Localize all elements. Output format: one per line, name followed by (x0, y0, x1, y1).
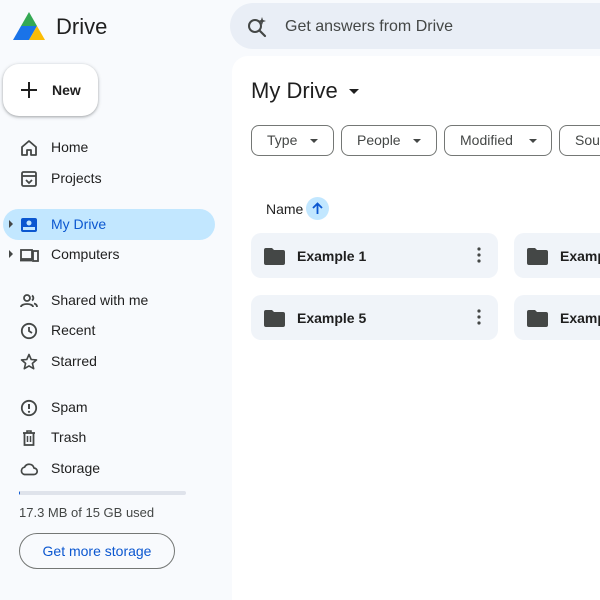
folder-name: Examp (560, 310, 600, 326)
chevron-down-icon (413, 139, 421, 143)
search-input[interactable]: Get answers from Drive (285, 18, 453, 36)
sidebar-item-label: Home (51, 139, 89, 155)
sidebar-item-label: Trash (51, 429, 87, 445)
sidebar-item-storage[interactable]: Storage (0, 453, 216, 484)
sidebar-item-label: Storage (51, 460, 101, 476)
folder-name: Example 1 (297, 248, 367, 264)
clock-icon (19, 321, 39, 341)
spam-icon (19, 398, 39, 418)
folder-card[interactable]: Examp (514, 233, 600, 278)
sidebar-item-label: Computers (51, 246, 120, 262)
filter-chip-label: Sou (575, 132, 600, 148)
chevron-down-icon (529, 139, 537, 143)
sidebar-item-recent[interactable]: Recent (0, 315, 216, 346)
arrow-up-icon (312, 202, 323, 214)
sidebar-item-home[interactable]: Home (0, 132, 216, 163)
storage-usage-bar (19, 491, 186, 495)
column-header-name[interactable]: Name (266, 201, 303, 217)
sidebar-item-trash[interactable]: Trash (0, 422, 216, 453)
cloud-icon (19, 459, 39, 479)
folder-icon (527, 248, 548, 265)
sidebar-item-label: Shared with me (51, 292, 149, 308)
home-icon (19, 138, 39, 158)
folder-name: Examp (560, 248, 600, 264)
folder-card[interactable]: Examp (514, 295, 600, 340)
folder-icon (264, 310, 285, 327)
page-title[interactable]: My Drive (251, 78, 338, 104)
main-content: My Drive Type People Modified Sou Name E… (232, 56, 600, 600)
projects-icon (19, 169, 39, 189)
sidebar-item-spam[interactable]: Spam (0, 392, 216, 423)
sort-direction-button[interactable] (306, 197, 329, 220)
expand-caret-icon[interactable] (9, 220, 13, 228)
sparkle-search-icon (246, 16, 268, 38)
filter-chip-modified[interactable]: Modified (444, 125, 552, 156)
storage-usage-text: 17.3 MB of 15 GB used (19, 505, 155, 520)
app-title[interactable]: Drive (56, 14, 107, 40)
plus-icon (18, 79, 40, 101)
sidebar-item-shared-with-me[interactable]: Shared with me (0, 285, 216, 316)
filter-chip-people[interactable]: People (341, 125, 437, 156)
my-drive-icon (19, 215, 39, 235)
filter-chip-label: People (357, 132, 401, 148)
search-bar[interactable]: Get answers from Drive (230, 3, 600, 49)
sidebar-item-computers[interactable]: Computers (0, 239, 216, 270)
sidebar-item-label: Projects (51, 170, 102, 186)
new-button-label: New (52, 82, 81, 98)
filter-chip-label: Modified (460, 132, 513, 148)
more-options-icon[interactable] (473, 308, 485, 326)
folder-name: Example 5 (297, 310, 367, 326)
title-dropdown-icon[interactable] (349, 89, 359, 94)
filter-chip-type[interactable]: Type (251, 125, 334, 156)
filter-chip-source[interactable]: Sou (559, 125, 600, 156)
star-icon (19, 352, 39, 372)
shared-icon (19, 291, 39, 311)
expand-caret-icon[interactable] (9, 250, 13, 258)
computers-icon (19, 245, 39, 265)
more-options-icon[interactable] (473, 246, 485, 264)
chevron-down-icon (310, 139, 318, 143)
filter-chip-label: Type (267, 132, 298, 148)
new-button[interactable]: New (3, 64, 98, 116)
get-more-storage-button[interactable]: Get more storage (19, 533, 175, 569)
folder-card[interactable]: Example 5 (251, 295, 498, 340)
folder-icon (264, 248, 285, 265)
sidebar-item-projects[interactable]: Projects (0, 163, 216, 194)
sidebar-item-label: Starred (51, 353, 97, 369)
drive-logo-icon[interactable] (12, 10, 46, 42)
sidebar-item-label: Spam (51, 399, 88, 415)
folder-icon (527, 310, 548, 327)
folder-card[interactable]: Example 1 (251, 233, 498, 278)
sidebar-item-starred[interactable]: Starred (0, 346, 216, 377)
sidebar-item-label: My Drive (51, 216, 107, 232)
sidebar-item-label: Recent (51, 322, 96, 338)
sidebar-item-my-drive[interactable]: My Drive (3, 209, 215, 240)
trash-icon (19, 428, 39, 448)
